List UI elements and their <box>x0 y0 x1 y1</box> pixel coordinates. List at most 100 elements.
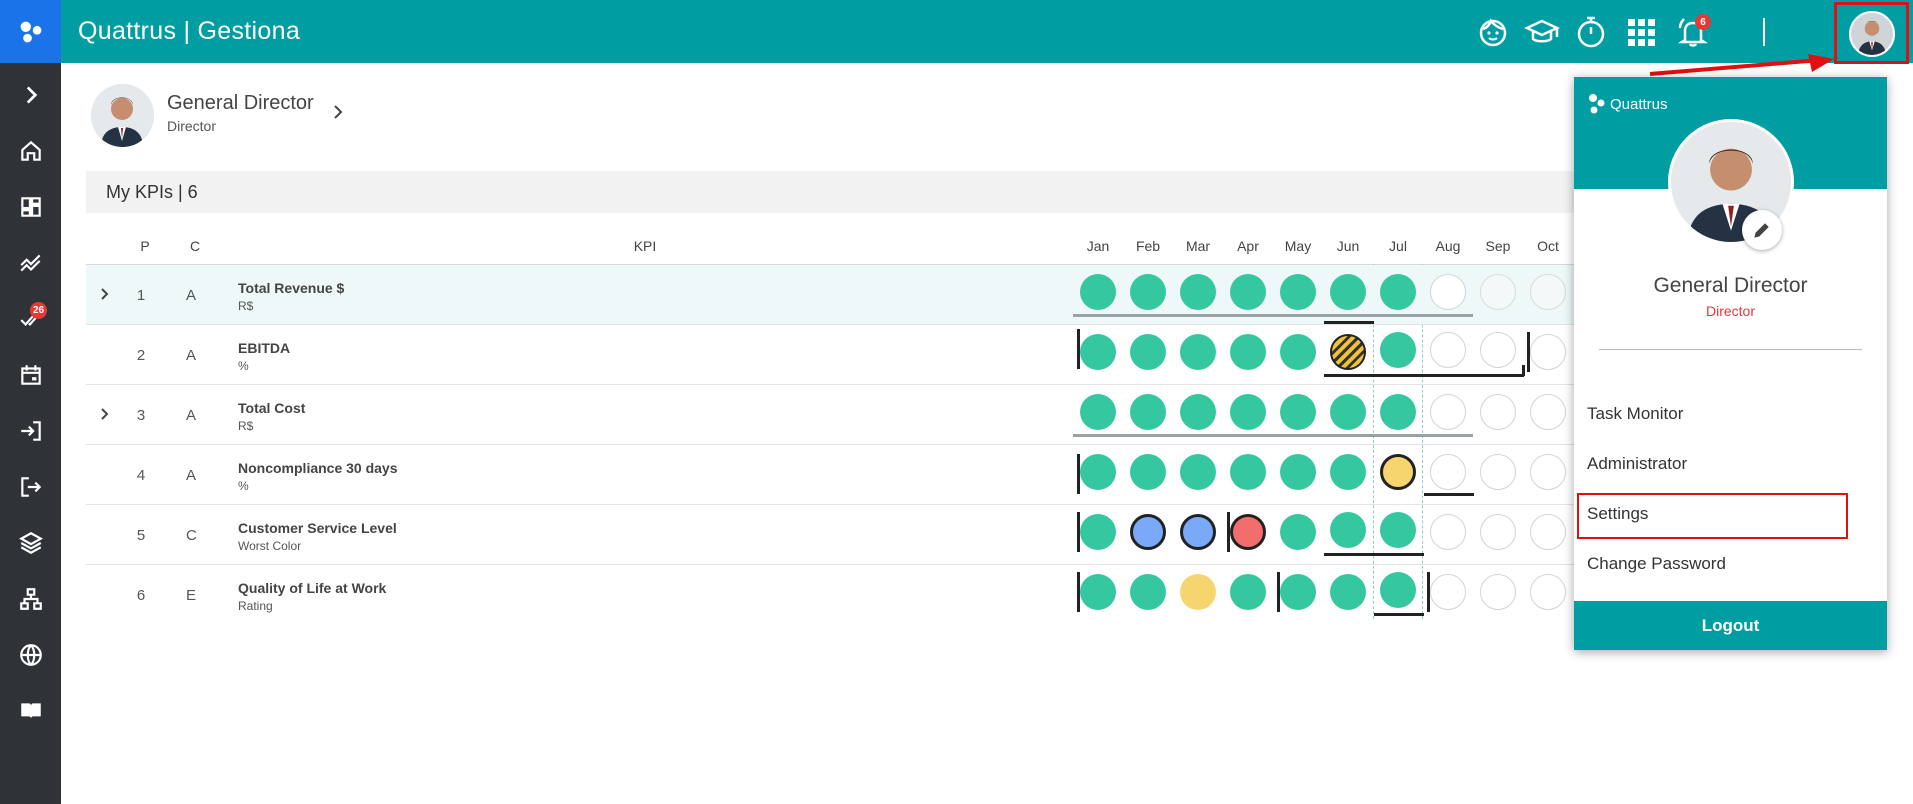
status-dot-green[interactable] <box>1280 514 1316 550</box>
menu-item-settings[interactable]: Settings <box>1587 504 1648 524</box>
user-avatar-button[interactable] <box>1834 2 1909 64</box>
status-dot-green[interactable] <box>1380 394 1416 430</box>
status-dot-green[interactable] <box>1180 454 1216 490</box>
status-dot-empty[interactable] <box>1430 454 1466 490</box>
status-dot-green[interactable] <box>1230 334 1266 370</box>
status-dot-empty[interactable] <box>1530 334 1566 370</box>
status-dot-green[interactable] <box>1080 454 1116 490</box>
status-dot-empty[interactable] <box>1430 574 1466 610</box>
status-dot-green[interactable] <box>1330 574 1366 610</box>
status-dot-hatched[interactable] <box>1330 334 1366 370</box>
status-dot-empty[interactable] <box>1530 274 1566 310</box>
status-dot-green[interactable] <box>1230 574 1266 610</box>
graduation-cap-icon[interactable] <box>1522 12 1562 52</box>
status-dot-green[interactable] <box>1080 394 1116 430</box>
month-header-mar[interactable]: Mar <box>1173 238 1223 254</box>
kpi-name[interactable]: EBITDA <box>238 340 290 356</box>
status-dot-green[interactable] <box>1330 274 1366 310</box>
status-dot-green[interactable] <box>1330 454 1366 490</box>
kpi-name[interactable]: Noncompliance 30 days <box>238 460 398 476</box>
status-dot-green[interactable] <box>1280 334 1316 370</box>
kpi-name[interactable]: Total Cost <box>238 400 305 416</box>
apps-grid-icon[interactable] <box>1621 12 1661 52</box>
month-header-jan[interactable]: Jan <box>1073 238 1123 254</box>
month-header-sep[interactable]: Sep <box>1473 238 1523 254</box>
status-dot-green[interactable] <box>1380 274 1416 310</box>
menu-item-administrator[interactable]: Administrator <box>1587 454 1687 474</box>
expand-row-icon[interactable] <box>96 405 114 423</box>
stopwatch-icon[interactable] <box>1571 12 1611 52</box>
book-icon[interactable] <box>0 691 61 731</box>
globe-icon[interactable] <box>0 635 61 675</box>
month-header-aug[interactable]: Aug <box>1423 238 1473 254</box>
status-dot-red[interactable] <box>1230 514 1266 550</box>
trend-icon[interactable] <box>0 243 61 283</box>
menu-item-task-monitor[interactable]: Task Monitor <box>1587 404 1683 424</box>
status-dot-green[interactable] <box>1180 394 1216 430</box>
status-dot-empty[interactable] <box>1430 332 1466 368</box>
status-dot-green[interactable] <box>1130 274 1166 310</box>
status-dot-empty[interactable] <box>1480 454 1516 490</box>
org-chart-icon[interactable] <box>0 579 61 619</box>
kpi-row[interactable]: 4 A Noncompliance 30 days % <box>86 445 1646 505</box>
layers-icon[interactable] <box>0 523 61 563</box>
column-header-c[interactable]: C <box>189 238 201 254</box>
tasks-icon[interactable]: 26 <box>0 299 61 339</box>
login-icon[interactable] <box>0 411 61 451</box>
status-dot-green[interactable] <box>1280 574 1316 610</box>
status-dot-empty[interactable] <box>1430 274 1466 310</box>
home-icon[interactable] <box>0 131 61 171</box>
status-dot-green[interactable] <box>1280 394 1316 430</box>
status-dot-empty[interactable] <box>1480 574 1516 610</box>
status-dot-empty[interactable] <box>1530 394 1566 430</box>
menu-item-change-password[interactable]: Change Password <box>1587 554 1726 574</box>
status-dot-green[interactable] <box>1380 512 1416 548</box>
month-header-may[interactable]: May <box>1273 238 1323 254</box>
status-dot-green[interactable] <box>1130 394 1166 430</box>
month-header-jul[interactable]: Jul <box>1373 238 1423 254</box>
status-dot-green[interactable] <box>1080 514 1116 550</box>
status-dot-green[interactable] <box>1180 334 1216 370</box>
status-dot-green[interactable] <box>1330 394 1366 430</box>
kpi-row[interactable]: 2 A EBITDA % <box>86 321 1646 385</box>
dashboard-icon[interactable] <box>0 187 61 227</box>
kpi-row[interactable]: 5 C Customer Service Level Worst Color <box>86 505 1646 565</box>
status-dot-green[interactable] <box>1230 454 1266 490</box>
status-dot-empty[interactable] <box>1480 514 1516 550</box>
status-dot-blue[interactable] <box>1130 514 1166 550</box>
column-header-p[interactable]: P <box>139 238 151 254</box>
kpi-row[interactable]: 6 E Quality of Life at Work Rating <box>86 565 1646 625</box>
month-header-feb[interactable]: Feb <box>1123 238 1173 254</box>
status-dot-green[interactable] <box>1380 572 1416 608</box>
status-dot-green[interactable] <box>1280 274 1316 310</box>
status-dot-empty[interactable] <box>1480 394 1516 430</box>
status-dot-yellow[interactable] <box>1180 574 1216 610</box>
month-header-oct[interactable]: Oct <box>1523 238 1573 254</box>
chevron-right-icon[interactable] <box>328 102 348 122</box>
status-dot-yellow[interactable] <box>1380 454 1416 490</box>
status-dot-green[interactable] <box>1130 334 1166 370</box>
status-dot-empty[interactable] <box>1530 514 1566 550</box>
status-dot-green[interactable] <box>1330 512 1366 548</box>
calendar-icon[interactable] <box>0 355 61 395</box>
edit-photo-button[interactable] <box>1742 210 1782 250</box>
kpi-row[interactable]: 1 A Total Revenue $ R$ <box>86 265 1646 325</box>
support-agent-icon[interactable] <box>1473 12 1513 52</box>
status-dot-empty[interactable] <box>1530 574 1566 610</box>
expand-row-icon[interactable] <box>96 285 114 303</box>
status-dot-green[interactable] <box>1280 454 1316 490</box>
expand-sidebar-icon[interactable] <box>0 75 61 115</box>
status-dot-green[interactable] <box>1080 274 1116 310</box>
status-dot-green[interactable] <box>1080 334 1116 370</box>
status-dot-blue[interactable] <box>1180 514 1216 550</box>
status-dot-empty[interactable] <box>1430 514 1466 550</box>
status-dot-empty[interactable] <box>1480 274 1516 310</box>
logout-button[interactable]: Logout <box>1574 601 1887 650</box>
logout-icon[interactable] <box>0 467 61 507</box>
status-dot-green[interactable] <box>1380 332 1416 368</box>
status-dot-empty[interactable] <box>1430 394 1466 430</box>
kpi-row[interactable]: 3 A Total Cost R$ <box>86 385 1646 445</box>
kpi-name[interactable]: Quality of Life at Work <box>238 580 386 596</box>
status-dot-green[interactable] <box>1180 274 1216 310</box>
bell-alert-icon[interactable]: 6 <box>1673 12 1713 52</box>
